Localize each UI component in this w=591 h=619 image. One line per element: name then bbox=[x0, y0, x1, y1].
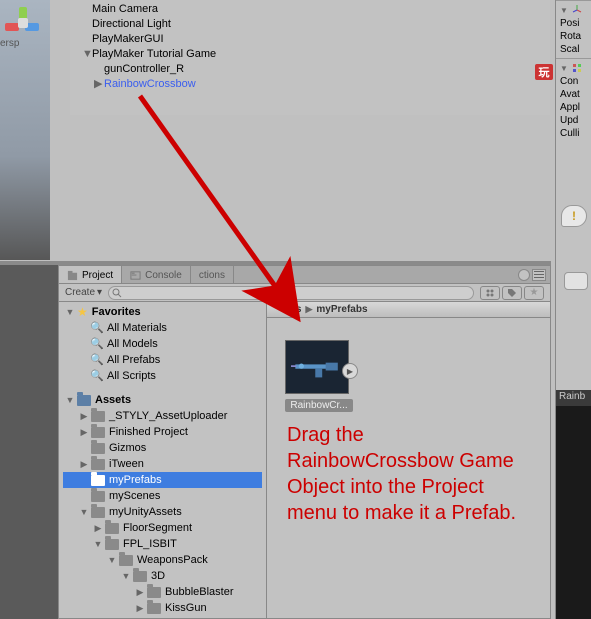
scene-view-preview: ersp bbox=[0, 0, 50, 260]
search-input[interactable] bbox=[108, 286, 474, 300]
play-icon: ▶ bbox=[342, 363, 358, 379]
folder-icon bbox=[91, 507, 105, 518]
search-icon: 🔍 bbox=[91, 368, 103, 384]
tab-actions[interactable]: ctions bbox=[191, 266, 234, 283]
folder-icon bbox=[91, 459, 105, 470]
folder-item[interactable]: ▼myUnityAssets bbox=[63, 504, 262, 520]
breadcrumb[interactable]: ets ▶ myPrefabs bbox=[267, 302, 550, 318]
folder-item-selected[interactable]: myPrefabs bbox=[63, 472, 262, 488]
folder-icon bbox=[91, 411, 105, 422]
folder-item[interactable]: ▶Finished Project bbox=[63, 424, 262, 440]
folder-icon bbox=[105, 539, 119, 550]
folder-item[interactable]: ▶FloorSegment bbox=[63, 520, 262, 536]
crossbow-icon bbox=[291, 353, 343, 381]
folder-icon bbox=[91, 491, 105, 502]
favorite-item[interactable]: 🔍All Prefabs bbox=[63, 352, 262, 368]
filter-by-label-button[interactable] bbox=[502, 286, 522, 300]
folder-item[interactable]: myScenes bbox=[63, 488, 262, 504]
left-dock-area bbox=[0, 265, 58, 619]
folder-icon bbox=[91, 475, 105, 486]
tab-menu-button[interactable] bbox=[532, 269, 546, 281]
folder-item[interactable]: ▶BubbleBlaster bbox=[63, 584, 262, 600]
playmaker-badge-icon: 玩 bbox=[535, 64, 553, 80]
animator-controller[interactable]: Con bbox=[558, 75, 589, 88]
folder-icon bbox=[105, 523, 119, 534]
hierarchy-panel: Main Camera Directional Light PlayMakerG… bbox=[70, 0, 550, 115]
folder-icon bbox=[91, 427, 105, 438]
hierarchy-item[interactable]: Directional Light bbox=[82, 17, 538, 32]
folder-icon bbox=[91, 443, 105, 454]
tab-console[interactable]: Console bbox=[122, 266, 191, 283]
tabs-row: Project Console ctions bbox=[59, 266, 550, 284]
search-icon: 🔍 bbox=[91, 352, 103, 368]
transform-icon bbox=[571, 4, 583, 16]
project-icon bbox=[67, 270, 78, 281]
preview-label: Rainb bbox=[556, 390, 591, 406]
folder-icon bbox=[77, 395, 91, 406]
transform-rotation[interactable]: Rota bbox=[558, 30, 589, 43]
project-panel: Project Console ctions Create▾ ★ ▼★Favor… bbox=[58, 265, 551, 619]
search-icon bbox=[112, 288, 122, 298]
folder-item[interactable]: ▼3D bbox=[63, 568, 262, 584]
project-content[interactable]: ets ▶ myPrefabs ▶ bbox=[267, 302, 550, 618]
project-tree: ▼★Favorites 🔍All Materials 🔍All Models 🔍… bbox=[59, 302, 267, 618]
folder-item[interactable]: ▼WeaponsPack bbox=[63, 552, 262, 568]
hierarchy-item[interactable]: gunController_R bbox=[82, 62, 538, 77]
folder-item[interactable]: ▶_STYLY_AssetUploader bbox=[63, 408, 262, 424]
folder-item[interactable]: ▼FPL_ISBIT bbox=[63, 536, 262, 552]
favorites-header[interactable]: ▼★Favorites bbox=[63, 304, 262, 320]
tab-options-button[interactable] bbox=[518, 269, 530, 281]
folder-icon bbox=[147, 587, 161, 598]
folder-icon bbox=[133, 571, 147, 582]
foldout-arrow-icon[interactable]: ▶ bbox=[94, 77, 104, 92]
favorite-item[interactable]: 🔍All Scripts bbox=[63, 368, 262, 384]
animator-avatar[interactable]: Avat bbox=[558, 88, 589, 101]
filter-by-type-button[interactable] bbox=[480, 286, 500, 300]
animator-apply-root[interactable]: Appl bbox=[558, 101, 589, 114]
inspector-panel: ▼ Posi Rota Scal ▼ Con Avat Appl Upd Cul… bbox=[555, 0, 591, 619]
hierarchy-item[interactable]: PlayMakerGUI bbox=[82, 32, 538, 47]
folder-icon bbox=[147, 603, 161, 614]
save-search-button[interactable]: ★ bbox=[524, 286, 544, 300]
scene-gizmo[interactable] bbox=[5, 5, 41, 41]
asset-thumbnail: ▶ bbox=[285, 340, 349, 394]
tab-project[interactable]: Project bbox=[59, 266, 122, 283]
asset-prefab[interactable]: ▶ RainbowCr... bbox=[285, 340, 353, 412]
hierarchy-item-selected[interactable]: ▶RainbowCrossbow bbox=[82, 77, 538, 92]
chevron-right-icon: ▶ bbox=[305, 304, 312, 315]
animator-icon bbox=[571, 62, 583, 74]
asset-label: RainbowCr... bbox=[285, 399, 353, 412]
breadcrumb-parent[interactable]: ets bbox=[287, 304, 301, 315]
animator-update[interactable]: Upd bbox=[558, 114, 589, 127]
search-icon: 🔍 bbox=[91, 320, 103, 336]
project-toolbar: Create▾ ★ bbox=[59, 284, 550, 302]
foldout-arrow-icon[interactable]: ▼ bbox=[82, 47, 92, 62]
folder-item[interactable]: Gizmos bbox=[63, 440, 262, 456]
favorite-item[interactable]: 🔍All Models bbox=[63, 336, 262, 352]
folder-item[interactable]: ▶KissGun bbox=[63, 600, 262, 616]
star-icon: ★ bbox=[77, 304, 88, 320]
perspective-label: ersp bbox=[0, 38, 46, 49]
assets-header[interactable]: ▼Assets bbox=[63, 392, 262, 408]
dropdown-icon: ▾ bbox=[97, 287, 102, 298]
console-icon bbox=[130, 270, 141, 281]
hierarchy-item[interactable]: ▼PlayMaker Tutorial Game bbox=[82, 47, 538, 62]
folder-icon bbox=[119, 555, 133, 566]
breadcrumb-current[interactable]: myPrefabs bbox=[316, 304, 367, 315]
favorite-item[interactable]: 🔍All Materials bbox=[63, 320, 262, 336]
transform-scale[interactable]: Scal bbox=[558, 43, 589, 56]
add-component-button[interactable] bbox=[564, 272, 588, 290]
animator-culling[interactable]: Culli bbox=[558, 127, 589, 140]
transform-position[interactable]: Posi bbox=[558, 17, 589, 30]
search-icon: 🔍 bbox=[91, 336, 103, 352]
warning-icon: ! bbox=[561, 205, 587, 227]
create-button[interactable]: Create▾ bbox=[65, 287, 102, 298]
preview-area bbox=[556, 406, 591, 619]
hierarchy-item[interactable]: Main Camera bbox=[82, 2, 538, 17]
folder-item[interactable]: ▶iTween bbox=[63, 456, 262, 472]
